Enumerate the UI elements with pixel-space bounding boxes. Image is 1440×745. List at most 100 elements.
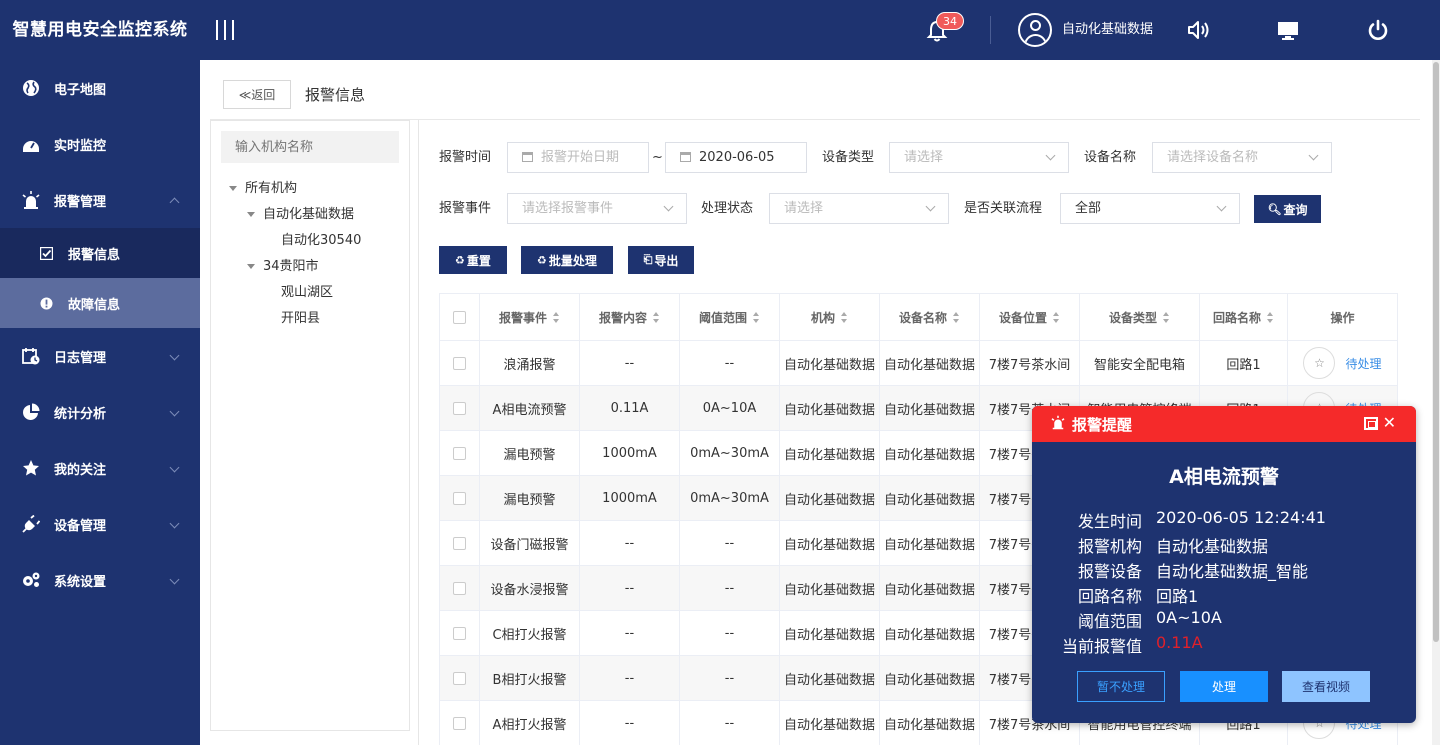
device-type-select[interactable]: 请选择	[889, 142, 1069, 173]
tree-node-org2-child2[interactable]: 开阳县	[281, 307, 320, 326]
row-checkbox[interactable]	[453, 401, 466, 415]
column-header[interactable]: 设备名称	[879, 293, 980, 341]
power-icon[interactable]	[1366, 18, 1390, 42]
sidebar-item-alarm[interactable]: 报警管理	[0, 172, 200, 228]
row-select-cell	[439, 385, 480, 431]
table-row[interactable]: 浪涌报警 -- -- 自动化基础数据 自动化基础数据 7楼7号茶水间 智能安全配电箱 回路1 ☆…	[439, 340, 1398, 386]
table-cell: --	[579, 340, 680, 386]
table-cell: 自动化基础数据	[779, 430, 880, 476]
calendar-icon	[680, 152, 691, 162]
table-cell: A相打火报警	[479, 700, 580, 745]
sidebar-subitem-alarm-info[interactable]: 报警信息	[0, 228, 200, 278]
alarm-light-icon	[1050, 415, 1066, 434]
table-cell: 自动化基础数据	[779, 610, 880, 656]
dashboard-icon	[20, 133, 42, 155]
top-header: 智慧用电安全监控系统 34 自动化基础数据	[0, 0, 1440, 60]
tree-node-root[interactable]: 所有机构	[229, 177, 297, 196]
org-search-input[interactable]	[221, 131, 399, 163]
sidebar-subitem-fault-info[interactable]: 故障信息	[0, 278, 200, 328]
ignore-button[interactable]: 暂不处理	[1077, 671, 1165, 702]
sort-icon[interactable]	[553, 311, 560, 323]
column-header[interactable]: 阈值范围	[679, 293, 780, 341]
sort-icon[interactable]	[753, 311, 760, 323]
sidebar-item-map[interactable]: 电子地图	[0, 60, 200, 116]
tree-node-org1-child[interactable]: 自动化30540	[281, 229, 361, 248]
export-button[interactable]: ⎗ 导出	[628, 246, 694, 274]
export-icon: ⎗	[643, 253, 653, 266]
speaker-icon[interactable]	[1186, 18, 1210, 42]
popup-event-name: A相电流预警	[1169, 466, 1279, 488]
sidebar-item-favorites[interactable]: 我的关注	[0, 440, 200, 496]
pending-link[interactable]: 待处理	[1345, 357, 1381, 371]
table-cell: 自动化基础数据	[879, 655, 980, 701]
sidebar-item-label: 统计分析	[54, 406, 107, 422]
column-header[interactable]: 设备类型	[1079, 293, 1200, 341]
reset-button[interactable]: ♻ 重置	[439, 246, 507, 274]
flow-select[interactable]: 全部	[1060, 193, 1240, 224]
popup-field: 发生时间 2020-06-05 12:24:41	[1077, 508, 1326, 531]
column-header[interactable]: 报警内容	[579, 293, 680, 341]
sidebar-item-log[interactable]: 日志管理	[0, 328, 200, 384]
sort-icon[interactable]	[1163, 311, 1170, 323]
row-select-cell	[439, 475, 480, 521]
row-checkbox[interactable]	[453, 356, 466, 370]
sidebar-item-monitor[interactable]: 实时监控	[0, 116, 200, 172]
recycle-icon: ♻	[455, 253, 465, 267]
sidebar-item-devices[interactable]: 设备管理	[0, 496, 200, 552]
menu-toggle-icon[interactable]	[216, 20, 234, 40]
row-checkbox[interactable]	[453, 581, 466, 595]
star-icon[interactable]: ☆	[1303, 347, 1336, 379]
handle-button[interactable]: 处理	[1180, 671, 1268, 702]
popup-field: 报警机构 自动化基础数据	[1077, 537, 1269, 556]
sort-icon[interactable]	[653, 311, 660, 323]
sort-icon[interactable]	[1053, 311, 1060, 323]
back-button[interactable]: ≪返回	[223, 80, 291, 109]
row-checkbox[interactable]	[453, 671, 466, 685]
sidebar-item-stats[interactable]: 统计分析	[0, 384, 200, 440]
sort-icon[interactable]	[1267, 311, 1274, 323]
select-all-cell	[439, 293, 480, 341]
device-name-select[interactable]: 请选择设备名称	[1152, 142, 1332, 173]
close-icon[interactable]: ✕	[1383, 413, 1396, 432]
alarm-event-select[interactable]: 请选择报警事件	[507, 193, 687, 224]
batch-process-button[interactable]: ♻ 批量处理	[521, 246, 613, 274]
table-cell: A相电流预警	[479, 385, 580, 431]
row-checkbox[interactable]	[453, 446, 466, 460]
monitor-icon[interactable]	[1276, 18, 1300, 42]
column-header[interactable]: 回路名称	[1199, 293, 1288, 341]
start-date-input[interactable]: 报警开始日期	[507, 142, 649, 173]
sort-icon[interactable]	[841, 311, 848, 323]
end-date-input[interactable]: 2020-06-05	[665, 142, 807, 173]
chevron-up-icon	[169, 197, 180, 208]
row-checkbox[interactable]	[453, 626, 466, 640]
tree-node-org1[interactable]: 自动化基础数据	[247, 203, 354, 222]
page-scrollbar[interactable]	[1432, 60, 1440, 745]
query-button[interactable]: 🔍︎ 查询	[1254, 195, 1321, 223]
star-icon	[20, 457, 42, 479]
column-header[interactable]: 机构	[779, 293, 880, 341]
column-header[interactable]: 报警事件	[479, 293, 580, 341]
tree-node-org2[interactable]: 34贵阳市	[247, 255, 319, 274]
table-cell: --	[579, 655, 680, 701]
scrollbar-thumb[interactable]	[1433, 62, 1439, 642]
caret-down-icon	[229, 186, 237, 191]
avatar-icon[interactable]	[1018, 13, 1052, 47]
view-video-button[interactable]: 查看视频	[1282, 671, 1370, 702]
table-cell: 回路1	[1199, 340, 1288, 386]
row-checkbox[interactable]	[453, 491, 466, 505]
checkbox-icon	[38, 245, 54, 261]
search-icon: 🔍︎	[1267, 202, 1282, 216]
row-checkbox[interactable]	[453, 716, 466, 730]
select-all-checkbox[interactable]	[453, 311, 466, 324]
username[interactable]: 自动化基础数据	[1062, 0, 1154, 60]
table-cell: --	[679, 700, 780, 745]
tree-node-org2-child1[interactable]: 观山湖区	[281, 281, 333, 300]
status-select[interactable]: 请选择	[769, 193, 949, 224]
column-header[interactable]: 设备位置	[979, 293, 1080, 341]
table-cell: --	[679, 655, 780, 701]
row-checkbox[interactable]	[453, 536, 466, 550]
header-divider	[990, 16, 991, 44]
minimize-icon[interactable]	[1364, 417, 1378, 430]
sort-icon[interactable]	[953, 311, 960, 323]
sidebar-item-settings[interactable]: 系统设置	[0, 552, 200, 608]
